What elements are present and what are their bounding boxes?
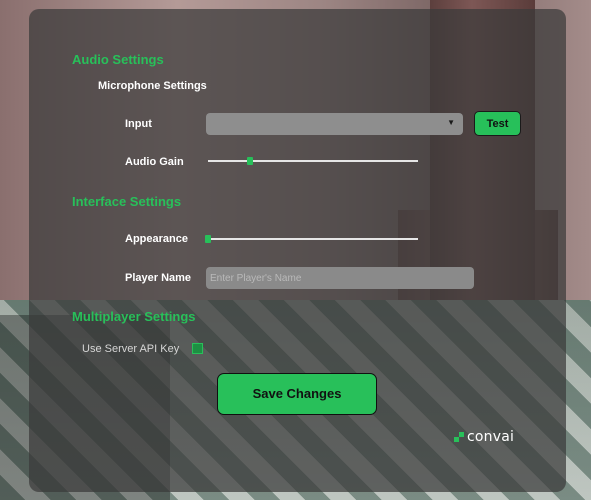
appearance-label: Appearance — [125, 233, 188, 245]
input-dropdown[interactable]: ▼ — [206, 113, 463, 135]
multiplayer-settings-title: Multiplayer Settings — [72, 309, 196, 324]
appearance-slider[interactable] — [205, 233, 418, 245]
input-label: Input — [125, 118, 152, 130]
server-api-key-checkbox[interactable] — [192, 343, 203, 354]
interface-settings-title: Interface Settings — [72, 194, 182, 209]
audio-gain-thumb[interactable] — [247, 157, 253, 165]
triangle-down-icon: ▼ — [447, 118, 455, 127]
player-name-input[interactable] — [206, 267, 474, 289]
convai-logo-icon — [454, 432, 464, 442]
appearance-thumb[interactable] — [205, 235, 211, 243]
audio-settings-title: Audio Settings — [72, 52, 164, 67]
server-api-key-label: Use Server API Key — [82, 343, 180, 355]
audio-gain-track — [208, 160, 418, 162]
microphone-settings-title: Microphone Settings — [98, 80, 207, 92]
player-name-label: Player Name — [125, 272, 192, 284]
settings-panel: Audio Settings Microphone Settings Input… — [29, 9, 566, 492]
convai-brand: convai — [454, 429, 514, 445]
test-button[interactable]: Test — [474, 111, 521, 136]
audio-gain-slider[interactable] — [208, 155, 418, 167]
appearance-track — [208, 238, 418, 240]
save-changes-button[interactable]: Save Changes — [217, 373, 377, 415]
brand-name: convai — [467, 429, 515, 445]
audio-gain-label: Audio Gain — [125, 156, 184, 168]
